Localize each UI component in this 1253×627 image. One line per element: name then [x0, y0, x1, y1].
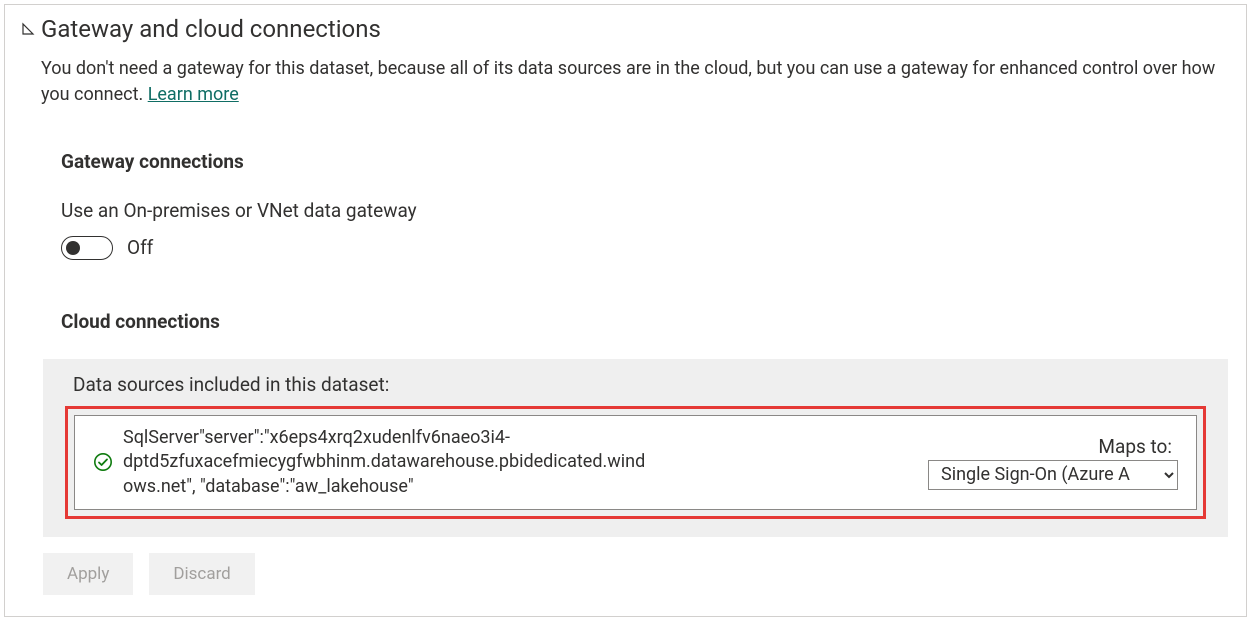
use-gateway-label: Use an On-premises or VNet data gateway [61, 199, 1230, 222]
section-header[interactable]: Gateway and cloud connections [21, 15, 1230, 44]
section-description: You don't need a gateway for this datase… [41, 56, 1230, 108]
gateway-connections-heading: Gateway connections [61, 150, 1230, 173]
learn-more-link[interactable]: Learn more [148, 84, 239, 105]
gateway-toggle[interactable] [61, 236, 113, 260]
toggle-knob-icon [66, 241, 80, 255]
data-source-highlight: SqlServer"server":"x6eps4xrq2xudenlfv6na… [65, 406, 1206, 519]
action-buttons: Apply Discard [43, 553, 1230, 595]
gateway-cloud-connections-panel: Gateway and cloud connections You don't … [4, 4, 1247, 617]
data-source-left: SqlServer"server":"x6eps4xrq2xudenlfv6na… [93, 426, 928, 499]
gateway-toggle-state-label: Off [127, 236, 153, 259]
section-title: Gateway and cloud connections [41, 15, 381, 44]
maps-to-select[interactable]: Single Sign-On (Azure A [928, 460, 1178, 490]
discard-button[interactable]: Discard [149, 553, 254, 595]
data-source-text: SqlServer"server":"x6eps4xrq2xudenlfv6na… [123, 426, 653, 499]
cloud-connections-heading: Cloud connections [61, 310, 1230, 333]
status-ok-icon [93, 452, 113, 472]
data-source-right: Maps to: Single Sign-On (Azure A [928, 435, 1178, 490]
apply-button[interactable]: Apply [43, 553, 133, 595]
maps-to-label: Maps to: [928, 435, 1178, 458]
data-sources-panel: Data sources included in this dataset: S… [43, 359, 1228, 537]
data-sources-title: Data sources included in this dataset: [73, 373, 1206, 396]
data-source-row: SqlServer"server":"x6eps4xrq2xudenlfv6na… [74, 415, 1197, 510]
cloud-connections-block: Cloud connections [61, 310, 1230, 333]
gateway-connections-block: Gateway connections Use an On-premises o… [61, 150, 1230, 260]
gateway-toggle-row: Off [61, 236, 1230, 260]
collapse-triangle-icon[interactable] [21, 22, 35, 36]
